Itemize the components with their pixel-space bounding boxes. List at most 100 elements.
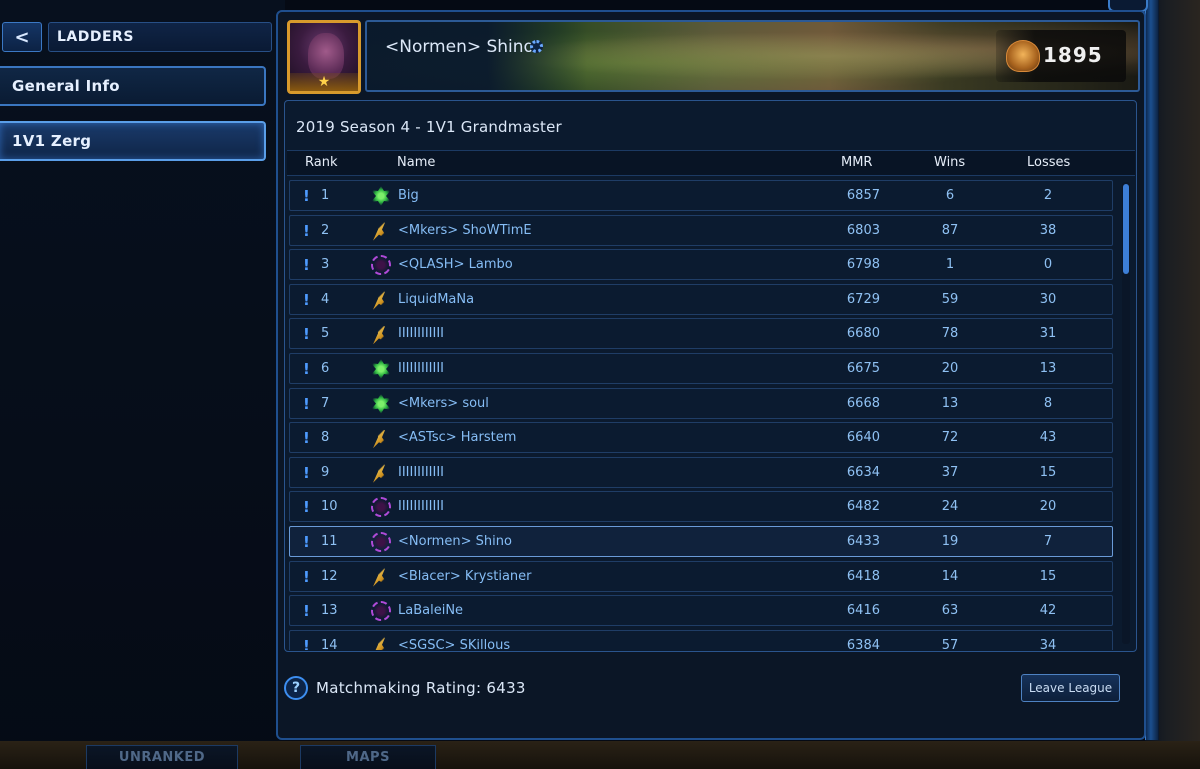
row-rank: 8 xyxy=(321,430,330,446)
excl-icon: ! xyxy=(303,636,310,650)
ladders-header: LADDERS xyxy=(48,22,272,52)
table-row[interactable]: ! 5 IIIIIIIIIIII 6680 78 31 xyxy=(289,318,1113,350)
table-row[interactable]: ! 3 <QLASH> Lambo 6798 1 0 xyxy=(289,249,1113,281)
row-mmr: 6857 xyxy=(846,188,880,203)
column-header-losses[interactable]: Losses xyxy=(1027,155,1070,170)
question-icon[interactable]: ? xyxy=(284,676,308,700)
protoss-race-icon xyxy=(373,324,389,345)
table-row[interactable]: ! 10 IIIIIIIIIIII 6482 24 20 xyxy=(289,491,1113,523)
row-mmr: 6482 xyxy=(846,499,880,515)
row-losses: 7 xyxy=(1043,534,1053,549)
row-wins: 63 xyxy=(941,603,959,619)
row-player-name: <Mkers> soul xyxy=(398,395,489,411)
row-mmr: 6418 xyxy=(846,568,880,584)
table-row[interactable]: ! 14 <SGSC> SKillous 6384 57 34 xyxy=(289,629,1113,650)
table-row[interactable]: ! 1 Big 6857 6 2 xyxy=(289,180,1113,211)
row-rank: 5 xyxy=(321,326,330,342)
leave-league-button[interactable]: Leave League xyxy=(1021,674,1120,702)
excl-icon: ! xyxy=(303,602,310,621)
row-losses: 42 xyxy=(1039,603,1057,619)
row-player-name: IIIIIIIIIIII xyxy=(398,464,445,480)
table-row[interactable]: ! 6 IIIIIIIIIIII 6675 20 13 xyxy=(289,353,1113,384)
excl-icon: ! xyxy=(303,221,310,240)
row-losses: 38 xyxy=(1039,222,1057,238)
table-row[interactable]: ! 11 <Normen> Shino 6433 19 7 xyxy=(289,526,1113,557)
column-header-rank[interactable]: Rank xyxy=(305,155,337,170)
row-wins: 20 xyxy=(941,361,959,376)
row-mmr: 6680 xyxy=(846,326,880,342)
row-player-name: <ASTsc> Harstem xyxy=(398,430,517,446)
scrollbar-thumb[interactable] xyxy=(1123,184,1129,274)
row-mmr: 6668 xyxy=(846,395,880,411)
table-row[interactable]: ! 4 LiquidMaNa 6729 59 30 xyxy=(289,283,1113,315)
gear-icon[interactable] xyxy=(530,40,543,53)
row-wins: 87 xyxy=(941,222,959,238)
row-wins: 1 xyxy=(945,257,955,273)
frame-edge xyxy=(1145,0,1159,740)
column-header-name[interactable]: Name xyxy=(397,155,435,170)
table-row[interactable]: ! 7 <Mkers> soul 6668 13 8 xyxy=(289,387,1113,419)
table-row[interactable]: ! 13 LaBaleiNe 6416 63 42 xyxy=(289,595,1113,627)
chevron-left-icon: < xyxy=(14,26,30,48)
row-player-name: IIIIIIIIIIII xyxy=(398,361,445,376)
protoss-race-icon xyxy=(373,462,389,483)
zerg-race-icon xyxy=(371,255,391,276)
player-name[interactable]: <Normen> Shino xyxy=(385,37,534,57)
ladders-title: LADDERS xyxy=(57,29,134,45)
row-rank: 4 xyxy=(321,291,330,307)
ladder-title: 2019 Season 4 - 1V1 Grandmaster xyxy=(296,118,562,136)
row-player-name: IIIIIIIIIIII xyxy=(398,499,445,515)
row-losses: 15 xyxy=(1039,568,1057,584)
row-losses: 34 xyxy=(1039,637,1057,650)
excl-icon: ! xyxy=(303,533,310,551)
row-losses: 15 xyxy=(1039,464,1057,480)
table-row[interactable]: ! 8 <ASTsc> Harstem 6640 72 43 xyxy=(289,422,1113,454)
right-background xyxy=(1145,0,1200,769)
left-background xyxy=(0,0,285,769)
row-rank: 12 xyxy=(321,568,338,584)
row-losses: 30 xyxy=(1039,291,1057,307)
row-player-name: LiquidMaNa xyxy=(398,291,475,307)
row-wins: 19 xyxy=(941,534,959,549)
tab-unranked[interactable]: UNRANKED xyxy=(86,745,238,769)
excl-icon: ! xyxy=(303,567,310,586)
row-losses: 8 xyxy=(1043,395,1053,411)
row-wins: 6 xyxy=(945,188,955,203)
row-rank: 7 xyxy=(321,395,330,411)
row-wins: 78 xyxy=(941,326,959,342)
excl-icon: ! xyxy=(303,325,310,344)
excl-icon: ! xyxy=(303,429,310,448)
terran-race-icon xyxy=(371,186,391,206)
back-button[interactable]: < xyxy=(2,22,42,52)
row-player-name: <Normen> Shino xyxy=(398,534,512,549)
profile-rating: 1895 xyxy=(1043,43,1103,67)
protoss-race-icon xyxy=(373,289,389,310)
row-mmr: 6433 xyxy=(846,534,880,549)
table-row[interactable]: ! 9 IIIIIIIIIIII 6634 37 15 xyxy=(289,456,1113,488)
tab-general-info[interactable]: General Info xyxy=(0,66,266,106)
table-row[interactable]: ! 2 <Mkers> ShoWTimE 6803 87 38 xyxy=(289,214,1113,246)
tab-1v1-zerg[interactable]: 1V1 Zerg xyxy=(0,121,266,161)
excl-icon: ! xyxy=(303,360,310,378)
row-mmr: 6640 xyxy=(846,430,880,446)
row-mmr: 6384 xyxy=(846,637,880,650)
column-header-wins[interactable]: Wins xyxy=(934,155,965,170)
row-mmr: 6675 xyxy=(846,361,880,376)
row-rank: 13 xyxy=(321,603,338,619)
row-rank: 10 xyxy=(321,499,338,515)
row-rank: 11 xyxy=(321,534,338,549)
star-icon: ★ xyxy=(290,73,358,91)
row-player-name: <Blacer> Krystianer xyxy=(398,568,532,584)
row-mmr: 6416 xyxy=(846,603,880,619)
excl-icon: ! xyxy=(303,187,310,205)
tab-maps[interactable]: MAPS xyxy=(300,745,436,769)
row-losses: 2 xyxy=(1043,188,1053,203)
excl-icon: ! xyxy=(303,394,310,413)
row-player-name: IIIIIIIIIIII xyxy=(398,326,445,342)
avatar[interactable]: ★ xyxy=(287,20,361,94)
row-rank: 1 xyxy=(321,188,330,203)
column-header-mmr[interactable]: MMR xyxy=(841,155,872,170)
table-row[interactable]: ! 12 <Blacer> Krystianer 6418 14 15 xyxy=(289,560,1113,592)
row-wins: 57 xyxy=(941,637,959,650)
row-wins: 37 xyxy=(941,464,959,480)
